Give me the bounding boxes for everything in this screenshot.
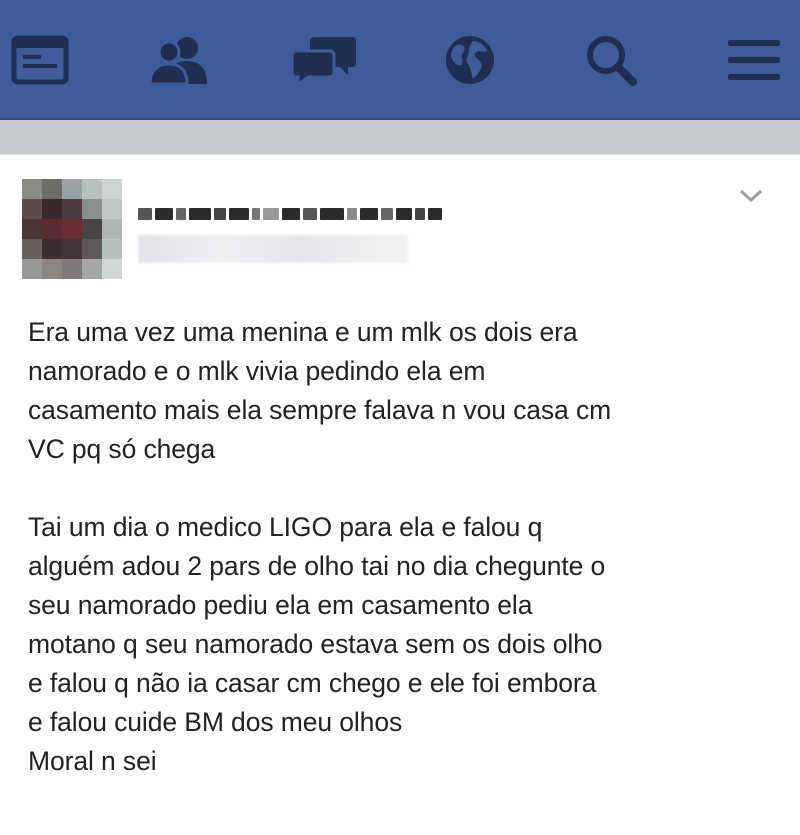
news-feed-icon [11,35,69,85]
chevron-down-icon [738,188,764,209]
post-meta-redacted [138,235,408,263]
post-paragraph: Era uma vez uma menina e um mlk os dois … [28,317,612,464]
messages-button[interactable] [286,28,362,92]
menu-button[interactable] [716,28,792,92]
friends-icon [147,34,213,86]
top-navigation-bar [0,0,800,120]
post-card: Era uma vez uma menina e um mlk os dois … [0,154,800,835]
menu-icon [726,36,782,84]
post-paragraph: Tai um dia o medico LIGO para ela e falo… [28,512,606,776]
author-name-redacted[interactable] [138,203,498,225]
friends-button[interactable] [142,28,218,92]
notifications-button[interactable] [432,28,508,92]
search-button[interactable] [573,28,649,92]
search-icon [583,32,639,88]
post-body: Era uma vez uma menina e um mlk os dois … [28,313,788,781]
news-feed-button[interactable] [2,28,78,92]
globe-icon [443,33,497,87]
avatar[interactable] [22,179,122,279]
messages-icon [290,33,358,87]
feed-gutter [0,120,800,154]
post-options-button[interactable] [736,187,766,209]
